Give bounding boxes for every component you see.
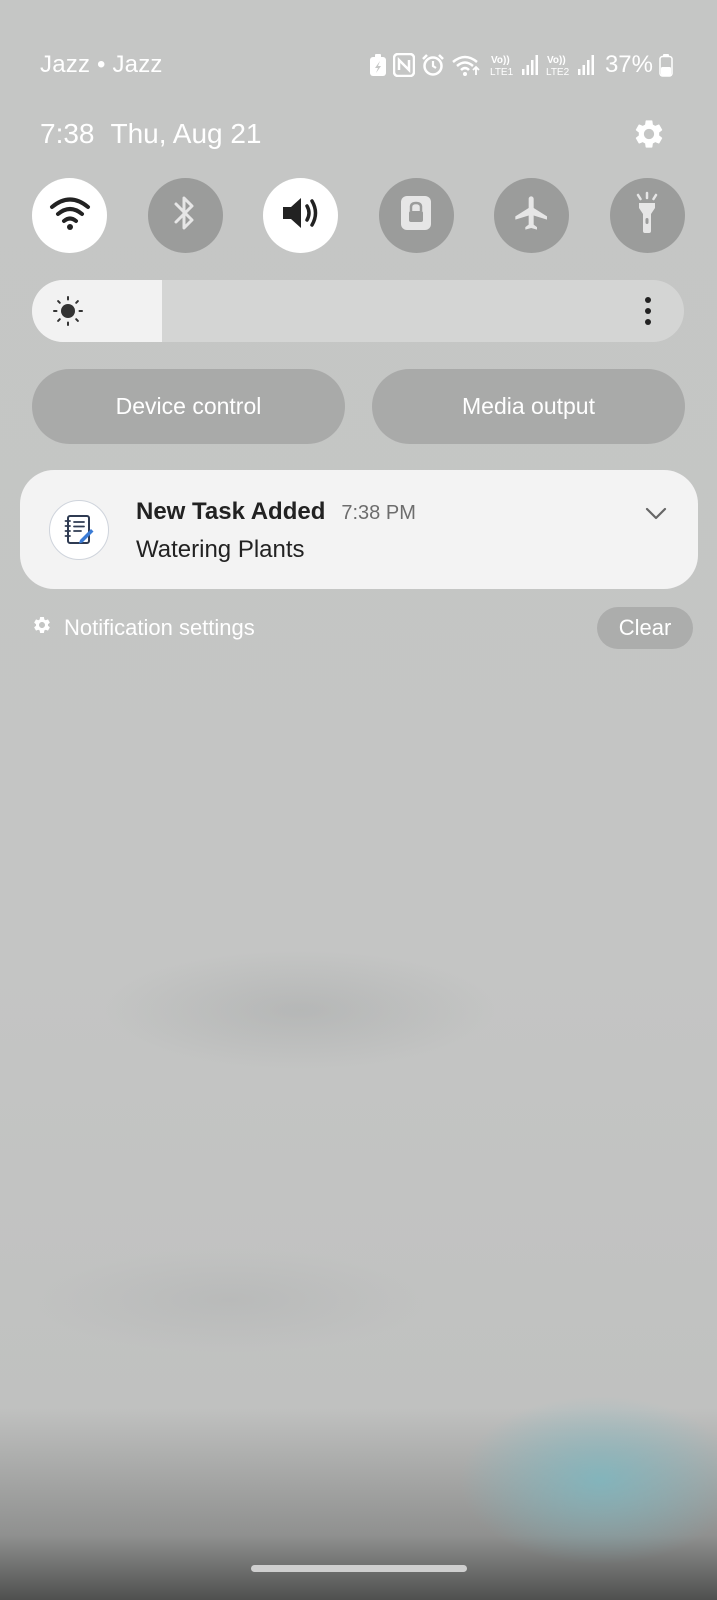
quick-toggles [32,178,685,254]
bluetooth-icon [170,193,200,238]
notification-footer: Notification settings Clear [32,606,693,650]
volume-icon [279,193,323,238]
battery-saver-icon [369,53,387,77]
airplane-mode-toggle[interactable] [494,178,570,253]
media-output-button[interactable]: Media output [372,369,685,444]
bluetooth-toggle[interactable] [147,178,223,253]
wifi-icon [49,195,91,236]
airplane-icon [512,193,552,238]
clock-time: 7:38 [40,118,95,149]
flashlight-icon [630,191,664,240]
sound-toggle[interactable] [263,178,339,253]
status-icons: Vo)) LTE1 Vo)) LTE2 37% [369,51,673,79]
settings-gear-icon[interactable] [629,114,669,154]
notification-settings-link[interactable]: Notification settings [32,615,255,641]
control-buttons-row: Device control Media output [32,369,685,444]
flashlight-toggle[interactable] [609,178,685,253]
lock-icon [398,193,434,238]
wifi-icon [451,53,483,77]
sim1-network-label: Vo)) LTE1 [489,52,539,78]
svg-text:Vo)): Vo)) [547,55,566,66]
svg-text:LTE2: LTE2 [546,67,570,78]
notification-body: Watering Plants [136,536,305,563]
svg-text:LTE1: LTE1 [490,67,514,78]
more-options-icon[interactable] [630,294,666,328]
notification-card[interactable]: New Task Added 7:38 PM Watering Plants [20,470,698,589]
battery-percentage: 37% [604,51,653,78]
notification-title: New Task Added [136,498,326,525]
notepad-icon [49,500,109,560]
rotation-lock-toggle[interactable] [378,178,454,253]
clock-date: Thu, Aug 21 [110,118,262,149]
svg-text:Vo)): Vo)) [491,55,510,66]
battery-icon [659,53,673,77]
brightness-sun-icon [52,295,84,327]
notification-header: New Task Added 7:38 PM [136,498,416,526]
carrier-name: Jazz • Jazz [40,51,163,78]
notification-settings-label: Notification settings [64,615,255,640]
home-indicator[interactable] [251,1565,467,1572]
clock-row: 7:38 Thu, Aug 21 [40,112,669,156]
notification-time: 7:38 PM [341,502,416,524]
sim2-network-label: Vo)) LTE2 [545,52,595,78]
gear-icon [32,615,52,641]
alarm-icon [421,53,445,77]
device-control-button[interactable]: Device control [32,369,345,444]
nfc-icon [392,53,415,77]
brightness-slider[interactable] [32,280,684,342]
time-date: 7:38 Thu, Aug 21 [40,118,262,150]
status-bar: Jazz • Jazz Vo)) LTE1 Vo)) LTE2 37% [40,48,673,82]
clear-button[interactable]: Clear [597,607,693,649]
wifi-toggle[interactable] [32,178,107,253]
chevron-down-icon[interactable] [640,500,672,528]
